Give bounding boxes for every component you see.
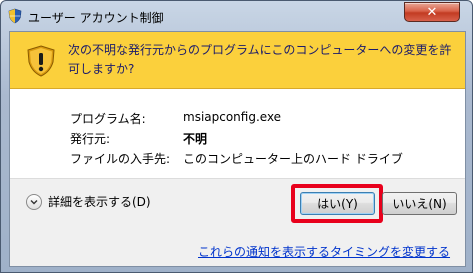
dialog-footer: 詳細を表示する(D) はい(Y) いいえ(N) これらの通知を表示するタイミング… bbox=[10, 178, 465, 266]
show-details-label: 詳細を表示する(D) bbox=[48, 195, 151, 209]
close-button[interactable]: ✕ bbox=[404, 2, 460, 22]
detail-value: このコンピューター上のハード ドライブ bbox=[183, 152, 403, 166]
show-details-toggle[interactable]: 詳細を表示する(D) bbox=[26, 193, 151, 210]
uac-shield-icon bbox=[8, 8, 22, 24]
detail-row-program: プログラム名: msiapconfig.exe bbox=[70, 110, 281, 126]
detail-value: msiapconfig.exe bbox=[183, 110, 282, 124]
warning-shield-icon bbox=[27, 45, 55, 77]
detail-label: ファイルの入手先: bbox=[70, 152, 171, 166]
window-title: ユーザー アカウント制御 bbox=[28, 11, 164, 25]
yes-button[interactable]: はい(Y) bbox=[300, 192, 375, 215]
uac-dialog: ユーザー アカウント制御 ✕ 次の不明な発行元からのプログラムにこのコンピュータ… bbox=[0, 0, 473, 273]
detail-label: 発行元: bbox=[70, 132, 111, 146]
detail-value: 不明 bbox=[183, 132, 208, 146]
banner-message: 次の不明な発行元からのプログラムにこのコンピューターへの変更を許可しますか? bbox=[68, 43, 452, 76]
chevron-down-icon bbox=[26, 193, 42, 210]
detail-row-publisher: 発行元: 不明 bbox=[70, 130, 207, 146]
detail-row-origin: ファイルの入手先: このコンピューター上のハード ドライブ bbox=[70, 150, 403, 166]
warning-banner: 次の不明な発行元からのプログラムにこのコンピューターへの変更を許可しますか? bbox=[10, 32, 465, 89]
no-button[interactable]: いいえ(N) bbox=[382, 192, 457, 215]
title-bar: ユーザー アカウント制御 ✕ bbox=[1, 1, 472, 31]
notification-settings-link[interactable]: これらの通知を表示するタイミングを変更する bbox=[198, 243, 450, 260]
dialog-body: 次の不明な発行元からのプログラムにこのコンピューターへの変更を許可しますか? プ… bbox=[9, 31, 466, 267]
detail-label: プログラム名: bbox=[70, 112, 146, 126]
close-icon: ✕ bbox=[426, 4, 438, 20]
